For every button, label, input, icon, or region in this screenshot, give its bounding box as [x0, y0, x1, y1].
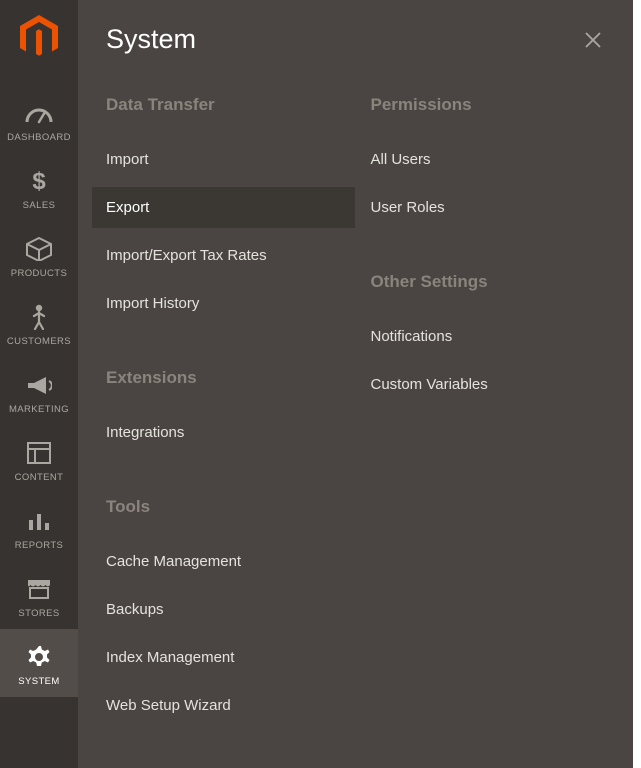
nav-item-label: CUSTOMERS — [7, 336, 71, 347]
nav-item-label: CONTENT — [15, 472, 64, 483]
nav-item-customers[interactable]: CUSTOMERS — [0, 289, 78, 357]
bars-icon — [27, 507, 51, 535]
dollar-icon: $ — [30, 167, 48, 195]
menu-item-index-management[interactable]: Index Management — [92, 637, 355, 678]
menu-item-import-export-tax-rates[interactable]: Import/Export Tax Rates — [92, 235, 355, 276]
menu-group: Other SettingsNotificationsCustom Variab… — [371, 272, 606, 405]
layout-icon — [27, 439, 51, 467]
flyout-column: Data TransferImportExportImport/Export T… — [106, 95, 341, 768]
left-sidebar: DASHBOARD $ SALES PRODUCTS CUSTOMERS MARKETIN… — [0, 0, 78, 768]
nav-item-content[interactable]: CONTENT — [0, 425, 78, 493]
nav-item-label: MARKETING — [9, 404, 69, 415]
nav-item-system[interactable]: SYSTEM — [0, 629, 78, 697]
menu-group-title: Other Settings — [371, 272, 606, 292]
menu-item-all-users[interactable]: All Users — [357, 139, 620, 180]
nav-item-label: SYSTEM — [18, 676, 59, 687]
close-icon — [583, 30, 603, 50]
menu-group: ExtensionsIntegrations — [106, 368, 341, 453]
box-icon — [26, 235, 52, 263]
menu-group-title: Permissions — [371, 95, 606, 115]
menu-item-integrations[interactable]: Integrations — [92, 412, 355, 453]
nav-item-dashboard[interactable]: DASHBOARD — [0, 85, 78, 153]
menu-group-title: Data Transfer — [106, 95, 341, 115]
gear-icon — [27, 643, 51, 671]
menu-item-export[interactable]: Export — [92, 187, 355, 228]
nav-item-label: STORES — [18, 608, 59, 619]
nav-item-marketing[interactable]: MARKETING — [0, 357, 78, 425]
menu-item-notifications[interactable]: Notifications — [357, 316, 620, 357]
svg-text:$: $ — [32, 168, 46, 194]
menu-item-cache-management[interactable]: Cache Management — [92, 541, 355, 582]
megaphone-icon — [26, 371, 52, 399]
menu-group: ToolsCache ManagementBackupsIndex Manage… — [106, 497, 341, 726]
menu-item-web-setup-wizard[interactable]: Web Setup Wizard — [92, 685, 355, 726]
magento-logo[interactable] — [19, 14, 59, 60]
nav-item-label: DASHBOARD — [7, 132, 71, 143]
content-edge — [633, 0, 641, 768]
nav-item-stores[interactable]: STORES — [0, 561, 78, 629]
menu-item-import[interactable]: Import — [92, 139, 355, 180]
nav-item-sales[interactable]: $ SALES — [0, 153, 78, 221]
menu-group-title: Tools — [106, 497, 341, 517]
nav-item-label: REPORTS — [15, 540, 64, 551]
flyout-title: System — [106, 24, 196, 55]
menu-group-title: Extensions — [106, 368, 341, 388]
storefront-icon — [26, 575, 52, 603]
nav-item-label: SALES — [23, 200, 56, 211]
nav-item-reports[interactable]: REPORTS — [0, 493, 78, 561]
nav-item-products[interactable]: PRODUCTS — [0, 221, 78, 289]
system-flyout: System Data TransferImportExportImport/E… — [78, 0, 633, 768]
menu-item-user-roles[interactable]: User Roles — [357, 187, 620, 228]
menu-item-import-history[interactable]: Import History — [92, 283, 355, 324]
menu-group: PermissionsAll UsersUser Roles — [371, 95, 606, 228]
nav-item-label: PRODUCTS — [11, 268, 68, 279]
person-icon — [32, 303, 46, 331]
gauge-icon — [25, 99, 53, 127]
menu-item-custom-variables[interactable]: Custom Variables — [357, 364, 620, 405]
menu-item-backups[interactable]: Backups — [92, 589, 355, 630]
close-button[interactable] — [581, 28, 605, 52]
flyout-column: PermissionsAll UsersUser Roles Other Sett… — [371, 95, 606, 768]
menu-group: Data TransferImportExportImport/Export T… — [106, 95, 341, 324]
